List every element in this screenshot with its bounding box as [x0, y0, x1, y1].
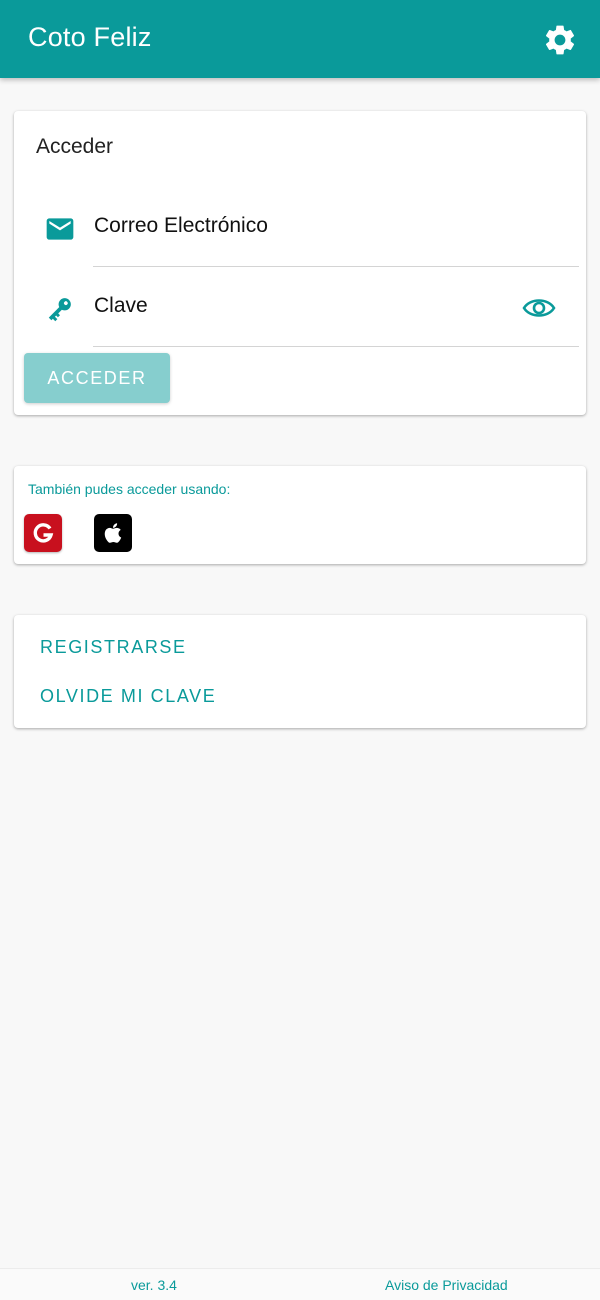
app-version: ver. 3.4	[131, 1277, 177, 1293]
apple-icon	[104, 523, 122, 543]
email-label: Correo Electrónico	[94, 214, 268, 237]
privacy-notice-link[interactable]: Aviso de Privacidad	[385, 1277, 508, 1293]
register-link[interactable]: REGISTRARSE	[40, 637, 187, 658]
gear-icon	[545, 25, 575, 55]
email-field[interactable]: Correo Electrónico	[14, 187, 586, 267]
footer: ver. 3.4 Aviso de Privacidad	[0, 1268, 600, 1300]
login-button[interactable]: ACCEDER	[24, 353, 170, 403]
settings-button[interactable]	[542, 22, 578, 58]
google-login-button[interactable]	[24, 514, 62, 552]
social-login-card: También pudes acceder usando:	[14, 466, 586, 564]
password-label: Clave	[94, 294, 148, 317]
toggle-password-visibility[interactable]	[522, 293, 556, 323]
password-field[interactable]: Clave	[14, 267, 586, 347]
mail-icon	[46, 218, 74, 240]
app-title: Coto Feliz	[28, 22, 152, 52]
apple-login-button[interactable]	[94, 514, 132, 552]
app-bar: Coto Feliz	[0, 0, 600, 78]
key-icon	[48, 298, 71, 322]
eye-icon	[522, 299, 556, 317]
google-icon	[33, 523, 54, 543]
password-underline	[93, 346, 579, 347]
login-title: Acceder	[36, 135, 114, 158]
social-login-label: También pudes acceder usando:	[28, 481, 231, 497]
forgot-password-link[interactable]: OLVIDE MI CLAVE	[40, 686, 216, 707]
login-card: Acceder Correo Electrónico Clave ACCEDER	[14, 111, 586, 415]
account-links-card: REGISTRARSE OLVIDE MI CLAVE	[14, 615, 586, 728]
